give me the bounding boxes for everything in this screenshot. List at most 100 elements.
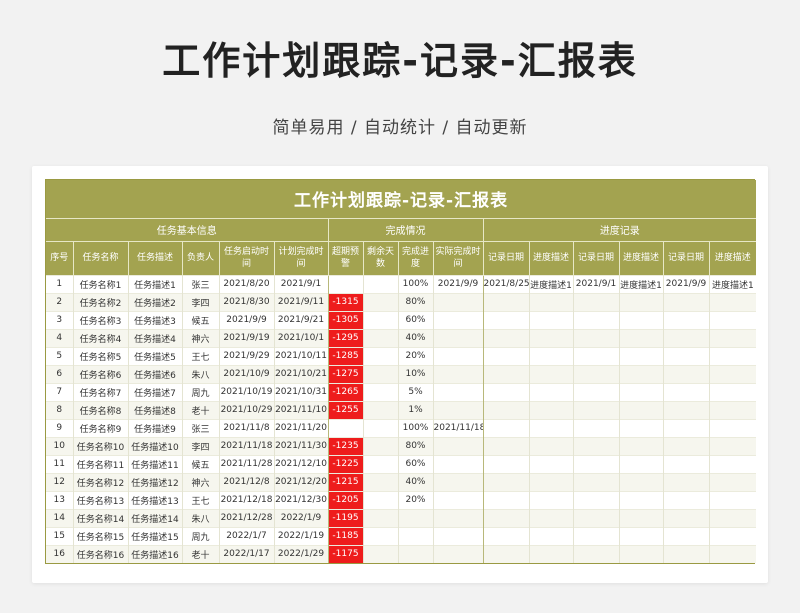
cell-record-desc-2[interactable]: [618, 292, 663, 311]
cell-overdue-warning[interactable]: [327, 274, 363, 293]
cell-owner[interactable]: 朱八: [181, 508, 219, 527]
cell-record-date-1[interactable]: [482, 436, 529, 455]
cell-record-desc-2[interactable]: [618, 310, 663, 329]
cell-task-desc[interactable]: 任务描述14: [127, 508, 182, 527]
cell-overdue-warning[interactable]: [327, 418, 363, 437]
cell-progress[interactable]: 60%: [397, 310, 433, 329]
cell-overdue-warning[interactable]: -1185: [327, 526, 363, 545]
cell-record-date-2[interactable]: [572, 418, 619, 437]
cell-plan-end[interactable]: 2021/10/1: [273, 328, 328, 347]
cell-plan-end[interactable]: 2021/10/31: [273, 382, 328, 401]
cell-owner[interactable]: 王七: [181, 346, 219, 365]
cell-record-date-1[interactable]: [482, 310, 529, 329]
cell-remaining-days[interactable]: [362, 400, 398, 419]
cell-start-time[interactable]: 2021/10/29: [218, 400, 274, 419]
cell-record-desc-3[interactable]: [708, 310, 757, 329]
cell-record-desc-2[interactable]: [618, 508, 663, 527]
cell-index[interactable]: 7: [46, 382, 73, 401]
cell-record-date-3[interactable]: 2021/9/9: [662, 274, 709, 293]
cell-record-date-2[interactable]: [572, 490, 619, 509]
cell-index[interactable]: 4: [46, 328, 73, 347]
cell-index[interactable]: 9: [46, 418, 73, 437]
cell-record-desc-1[interactable]: [528, 418, 573, 437]
cell-plan-end[interactable]: 2021/11/20: [273, 418, 328, 437]
cell-record-date-2[interactable]: [572, 364, 619, 383]
cell-progress[interactable]: 20%: [397, 490, 433, 509]
cell-progress[interactable]: 40%: [397, 328, 433, 347]
cell-remaining-days[interactable]: [362, 436, 398, 455]
cell-record-desc-1[interactable]: [528, 544, 573, 563]
cell-record-desc-2[interactable]: [618, 328, 663, 347]
cell-actual-end[interactable]: [432, 472, 483, 491]
cell-record-date-1[interactable]: [482, 328, 529, 347]
cell-remaining-days[interactable]: [362, 508, 398, 527]
cell-start-time[interactable]: 2021/9/9: [218, 310, 274, 329]
cell-task-desc[interactable]: 任务描述15: [127, 526, 182, 545]
cell-record-desc-2[interactable]: [618, 400, 663, 419]
cell-remaining-days[interactable]: [362, 310, 398, 329]
cell-index[interactable]: 1: [46, 274, 73, 293]
cell-remaining-days[interactable]: [362, 544, 398, 563]
cell-task-name[interactable]: 任务名称4: [72, 328, 128, 347]
cell-actual-end[interactable]: [432, 436, 483, 455]
cell-task-name[interactable]: 任务名称16: [72, 544, 128, 563]
cell-owner[interactable]: 候五: [181, 310, 219, 329]
cell-plan-end[interactable]: 2021/11/10: [273, 400, 328, 419]
cell-index[interactable]: 12: [46, 472, 73, 491]
cell-record-date-1[interactable]: [482, 418, 529, 437]
cell-record-date-3[interactable]: [662, 454, 709, 473]
cell-record-desc-3[interactable]: [708, 400, 757, 419]
cell-index[interactable]: 8: [46, 400, 73, 419]
cell-record-desc-1[interactable]: [528, 526, 573, 545]
cell-overdue-warning[interactable]: -1265: [327, 382, 363, 401]
cell-record-date-2[interactable]: [572, 382, 619, 401]
cell-record-desc-2[interactable]: [618, 490, 663, 509]
cell-record-date-3[interactable]: [662, 382, 709, 401]
cell-actual-end[interactable]: [432, 400, 483, 419]
cell-task-name[interactable]: 任务名称12: [72, 472, 128, 491]
cell-task-desc[interactable]: 任务描述3: [127, 310, 182, 329]
cell-record-desc-3[interactable]: [708, 328, 757, 347]
cell-progress[interactable]: 1%: [397, 400, 433, 419]
cell-record-date-3[interactable]: [662, 364, 709, 383]
cell-task-desc[interactable]: 任务描述5: [127, 346, 182, 365]
cell-record-date-3[interactable]: [662, 400, 709, 419]
cell-record-desc-3[interactable]: [708, 544, 757, 563]
cell-record-date-3[interactable]: [662, 526, 709, 545]
cell-plan-end[interactable]: 2021/9/1: [273, 274, 328, 293]
cell-overdue-warning[interactable]: -1205: [327, 490, 363, 509]
cell-plan-end[interactable]: 2021/12/20: [273, 472, 328, 491]
cell-progress[interactable]: [397, 526, 433, 545]
cell-task-name[interactable]: 任务名称5: [72, 346, 128, 365]
cell-record-date-2[interactable]: [572, 436, 619, 455]
cell-task-desc[interactable]: 任务描述8: [127, 400, 182, 419]
cell-record-desc-2[interactable]: [618, 346, 663, 365]
cell-record-desc-1[interactable]: [528, 436, 573, 455]
cell-owner[interactable]: 李四: [181, 292, 219, 311]
cell-record-desc-3[interactable]: [708, 418, 757, 437]
cell-progress[interactable]: 20%: [397, 346, 433, 365]
cell-index[interactable]: 14: [46, 508, 73, 527]
cell-task-desc[interactable]: 任务描述13: [127, 490, 182, 509]
cell-progress[interactable]: 100%: [397, 418, 433, 437]
cell-record-desc-1[interactable]: [528, 364, 573, 383]
cell-record-date-3[interactable]: [662, 508, 709, 527]
cell-record-date-3[interactable]: [662, 436, 709, 455]
cell-remaining-days[interactable]: [362, 526, 398, 545]
cell-record-desc-3[interactable]: [708, 472, 757, 491]
cell-actual-end[interactable]: [432, 526, 483, 545]
cell-record-date-1[interactable]: [482, 526, 529, 545]
cell-record-date-1[interactable]: [482, 508, 529, 527]
cell-record-date-2[interactable]: [572, 508, 619, 527]
cell-record-date-2[interactable]: [572, 454, 619, 473]
cell-start-time[interactable]: 2021/12/8: [218, 472, 274, 491]
cell-task-desc[interactable]: 任务描述16: [127, 544, 182, 563]
cell-task-name[interactable]: 任务名称15: [72, 526, 128, 545]
cell-remaining-days[interactable]: [362, 364, 398, 383]
cell-record-desc-1[interactable]: [528, 346, 573, 365]
cell-index[interactable]: 3: [46, 310, 73, 329]
cell-plan-end[interactable]: 2021/12/10: [273, 454, 328, 473]
cell-start-time[interactable]: 2022/1/17: [218, 544, 274, 563]
cell-record-desc-2[interactable]: 进度描述1: [618, 274, 663, 293]
cell-record-date-2[interactable]: [572, 346, 619, 365]
